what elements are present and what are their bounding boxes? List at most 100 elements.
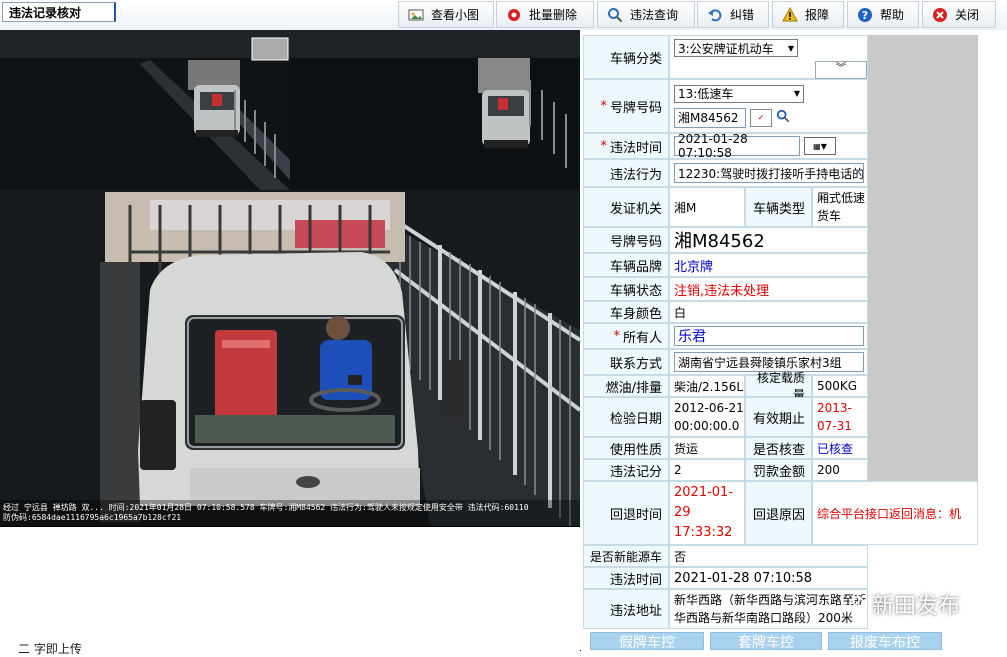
plate-cell: 13:低速车 ▼ 湘M84562 ✓	[669, 79, 868, 133]
page-title: 违法记录核对	[2, 2, 116, 22]
view-thumb-label: 查看小图	[431, 8, 480, 22]
scrap-label: 报废车布控	[850, 635, 920, 650]
calendar-icon[interactable]: ▦▼	[804, 137, 836, 155]
vehicle-type-label: 车辆类型	[752, 201, 805, 217]
keyboard-icon[interactable]: ✓	[750, 108, 772, 127]
contact-label-cell: 联系方式	[583, 349, 669, 375]
brand-label-cell: 车辆品牌	[583, 253, 669, 277]
owner-value: 乐君	[678, 329, 706, 345]
vehicle-type-label-cell: 车辆类型	[745, 187, 812, 227]
dropdown-arrow-icon: ▼	[787, 43, 794, 53]
cover-plate-button[interactable]: 套牌车控	[710, 632, 822, 650]
alarm-label: 报障	[805, 8, 830, 22]
return-time-cell: 2021-01-29 17:33:32	[669, 481, 745, 545]
vehicle-class-value: 3:公安牌证机动车	[678, 41, 774, 56]
violation-query-label: 违法查询	[630, 8, 679, 22]
load-label-cell: 核定载质量	[745, 371, 812, 402]
view-thumb-button[interactable]: 查看小图	[398, 1, 494, 28]
plate-number-input[interactable]: 湘M84562	[674, 107, 746, 128]
address-label-cell: 违法地址	[583, 589, 669, 629]
fine-label: 罚款金额	[752, 464, 805, 480]
inspect-label-cell: 检验日期	[583, 397, 669, 437]
left-lower-panel	[0, 526, 581, 651]
owner-label-cell: * 所有人	[583, 323, 669, 349]
help-label: 帮助	[880, 8, 905, 22]
close-icon	[931, 6, 949, 24]
vehicle-class-select[interactable]: 3:公安牌证机动车 ▼	[674, 39, 798, 57]
scrap-button[interactable]: 报废车布控	[828, 632, 942, 650]
plate-no-label: 号牌号码	[609, 234, 662, 250]
help-icon: ?	[856, 6, 874, 24]
vehicle-type-cell: 厢式低速货车	[812, 187, 868, 227]
violation-act-label: 违法行为	[609, 167, 662, 183]
plate-no-cell: 湘M84562	[669, 227, 868, 253]
valid-value: 2013-07-31	[817, 401, 852, 433]
fuel-label: 燃油/排量	[605, 380, 662, 396]
checked-cell: 已核查	[812, 437, 868, 459]
violation-time-cell: 2021-01-28 07:10:58 ▦▼	[669, 132, 868, 160]
new-energy-label-cell: 是否新能源车	[583, 545, 669, 567]
search-icon	[606, 6, 624, 24]
correct-button[interactable]: 纠错	[697, 1, 769, 28]
score-label-cell: 违法记分	[583, 459, 669, 481]
close-button[interactable]: 关闭	[922, 1, 996, 28]
address-value: 新华西路（新华西路与滨河东路至新华西路与新华南路口路段）200米	[674, 593, 867, 625]
search-icon[interactable]	[776, 109, 790, 126]
violation-time2-value: 2021-01-28 07:10:58	[674, 570, 813, 586]
capture-thumb-1	[0, 30, 290, 190]
undo-icon	[706, 6, 724, 24]
violation-query-button[interactable]: 违法查询	[597, 1, 695, 28]
plate-type-select[interactable]: 13:低速车 ▼	[674, 84, 804, 103]
return-reason-cell: 综合平台接口返回消息：机	[812, 481, 978, 545]
return-reason-label-cell: 回退原因	[745, 481, 812, 545]
violation-time2-label-cell: 违法时间	[583, 567, 669, 589]
fake-plate-button[interactable]: 假牌车控	[590, 632, 704, 650]
owner-cell: 乐君	[669, 323, 868, 349]
correct-label: 纠错	[730, 8, 755, 22]
owner-input[interactable]: 乐君	[674, 326, 864, 346]
status-cell: 注销,违法未处理	[669, 277, 868, 301]
brand-value: 北京牌	[674, 259, 714, 275]
plate-no-label-cell: 号牌号码	[583, 227, 669, 253]
capture-image[interactable]: 经过 宁远县 禅坊路 双... 时间:2021年01月28日 07:10:58.…	[0, 30, 581, 526]
score-value: 2	[674, 463, 682, 477]
color-value: 白	[674, 305, 687, 320]
valid-label: 有效期止	[752, 411, 805, 427]
plate-label: 号牌号码	[609, 100, 662, 116]
vehicle-class-label: 车辆分类	[609, 51, 662, 67]
fine-value: 200	[817, 463, 840, 477]
cover-plate-label: 套牌车控	[738, 635, 794, 650]
use-value: 货运	[674, 441, 699, 456]
status-label: 车辆状态	[609, 283, 662, 299]
checked-label: 是否核查	[752, 442, 805, 458]
color-label-cell: 车身颜色	[583, 301, 669, 323]
fuel-label-cell: 燃油/排量	[583, 375, 669, 397]
expand-button[interactable]: ︾	[815, 61, 867, 79]
batch-delete-button[interactable]: 批量删除	[496, 1, 594, 28]
violation-time-input[interactable]: 2021-01-28 07:10:58	[674, 132, 800, 160]
fine-cell: 200	[812, 459, 868, 481]
close-label: 关闭	[955, 8, 980, 22]
color-label: 车身颜色	[609, 306, 662, 322]
use-cell: 货运	[669, 437, 745, 459]
svg-text:?: ?	[862, 9, 868, 22]
dropdown-arrow-icon: ▼	[793, 89, 800, 98]
plate-type-value: 13:低速车	[678, 87, 734, 101]
violation-act-value: 12230:驾驶时拨打接听手持电话的	[678, 166, 864, 181]
address-label: 违法地址	[609, 603, 662, 619]
upload-label: 二 字即上传	[18, 642, 82, 656]
alarm-button[interactable]: 报障	[772, 1, 844, 28]
fuel-cell: 柴油/2.156L	[669, 375, 745, 397]
watermark: 新田发布	[840, 588, 960, 620]
plate-no-value: 湘M84562	[674, 231, 765, 252]
score-cell: 2	[669, 459, 745, 481]
issuer-label: 发证机关	[609, 201, 662, 217]
violation-act-input[interactable]: 12230:驾驶时拨打接听手持电话的	[674, 163, 864, 183]
help-button[interactable]: ? 帮助	[847, 1, 919, 28]
return-reason-value: 综合平台接口返回消息：机	[817, 506, 962, 521]
violation-act-label-cell: 违法行为	[583, 159, 669, 187]
new-energy-cell: 否	[669, 545, 868, 567]
stop-icon	[505, 6, 523, 24]
issuer-label-cell: 发证机关	[583, 187, 669, 227]
inspect-cell: 2012-06-21 00:00:00.0	[669, 397, 745, 437]
